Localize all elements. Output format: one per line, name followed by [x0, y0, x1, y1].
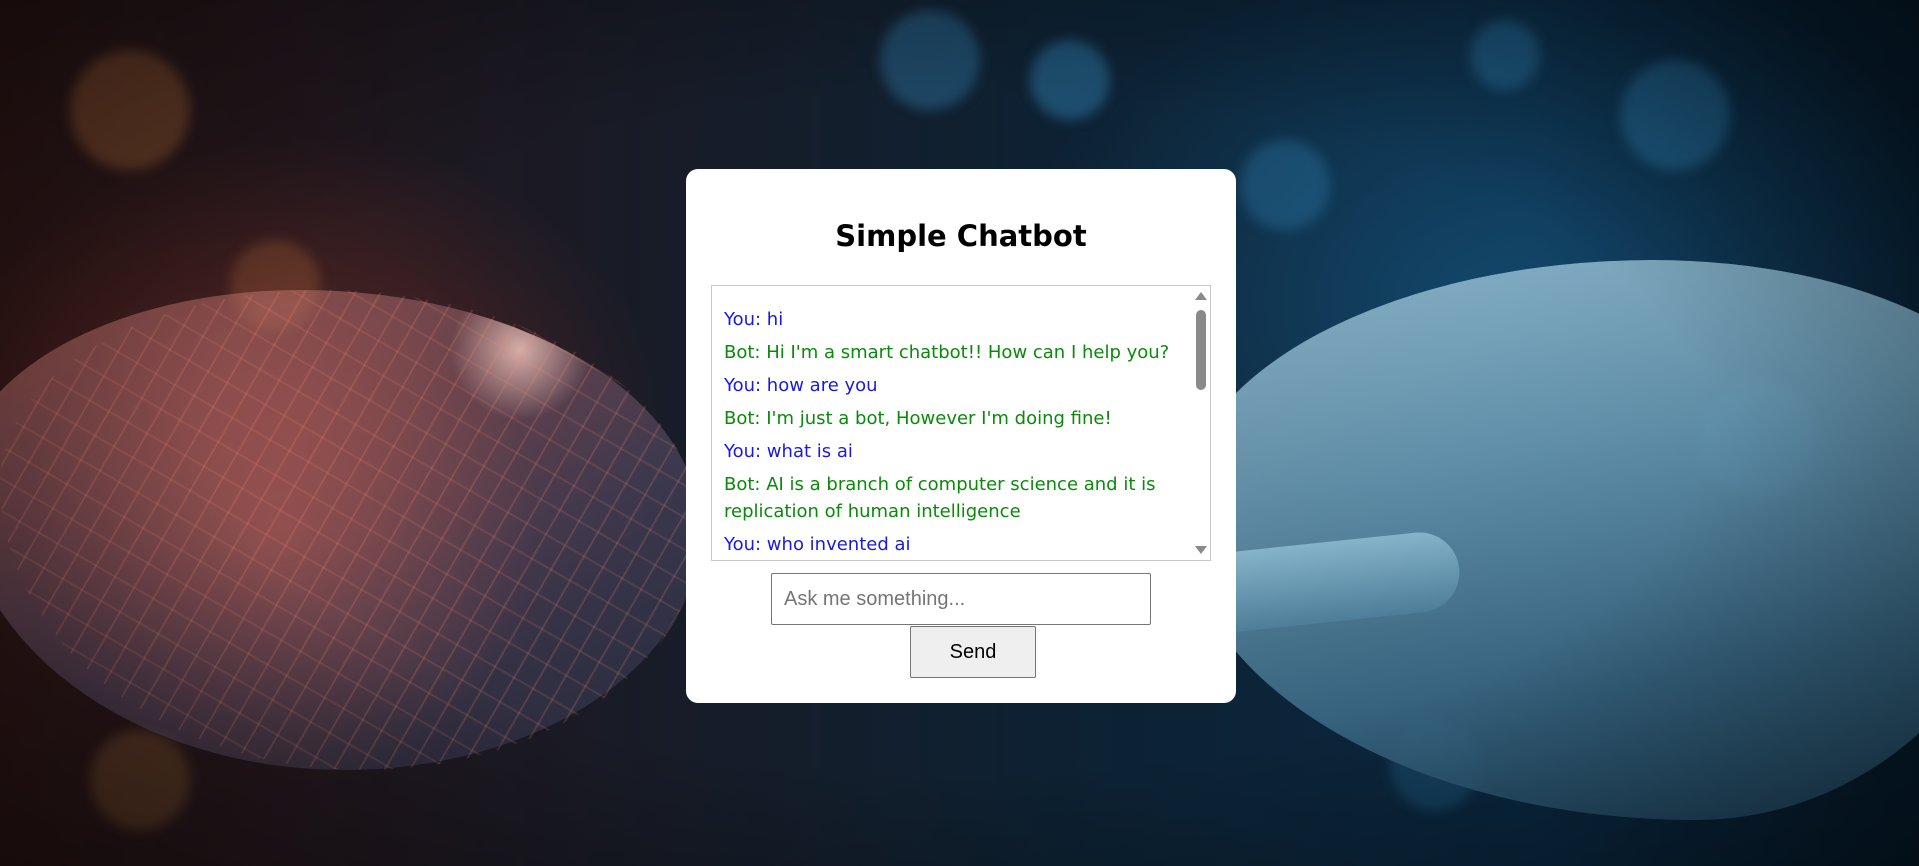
message-input[interactable] — [771, 573, 1151, 625]
triangle-down-icon[interactable] — [1195, 546, 1207, 554]
user-message: You: how are you — [724, 375, 878, 396]
scrollbar-thumb[interactable] — [1196, 310, 1206, 390]
user-message: You: hi — [724, 309, 784, 330]
bot-message: Bot: AI is a branch of computer science … — [724, 474, 1156, 522]
chat-log[interactable]: You: hi Bot: Hi I'm a smart chatbot!! How… — [711, 285, 1211, 561]
send-button[interactable]: Send — [910, 626, 1036, 678]
bot-message: Bot: I'm just a bot, However I'm doing f… — [724, 408, 1112, 429]
page-title: Simple Chatbot — [835, 219, 1087, 253]
user-message: You: what is ai — [724, 441, 853, 462]
triangle-up-icon[interactable] — [1195, 292, 1207, 300]
chat-card: Simple Chatbot You: hi Bot: Hi I'm a smar… — [686, 169, 1236, 703]
scrollbar[interactable] — [1192, 286, 1210, 560]
user-message: You: who invented ai — [724, 534, 911, 555]
bot-message: Bot: Hi I'm a smart chatbot!! How can I … — [724, 342, 1170, 363]
message-list: You: hi Bot: Hi I'm a smart chatbot!! How… — [724, 306, 1188, 560]
